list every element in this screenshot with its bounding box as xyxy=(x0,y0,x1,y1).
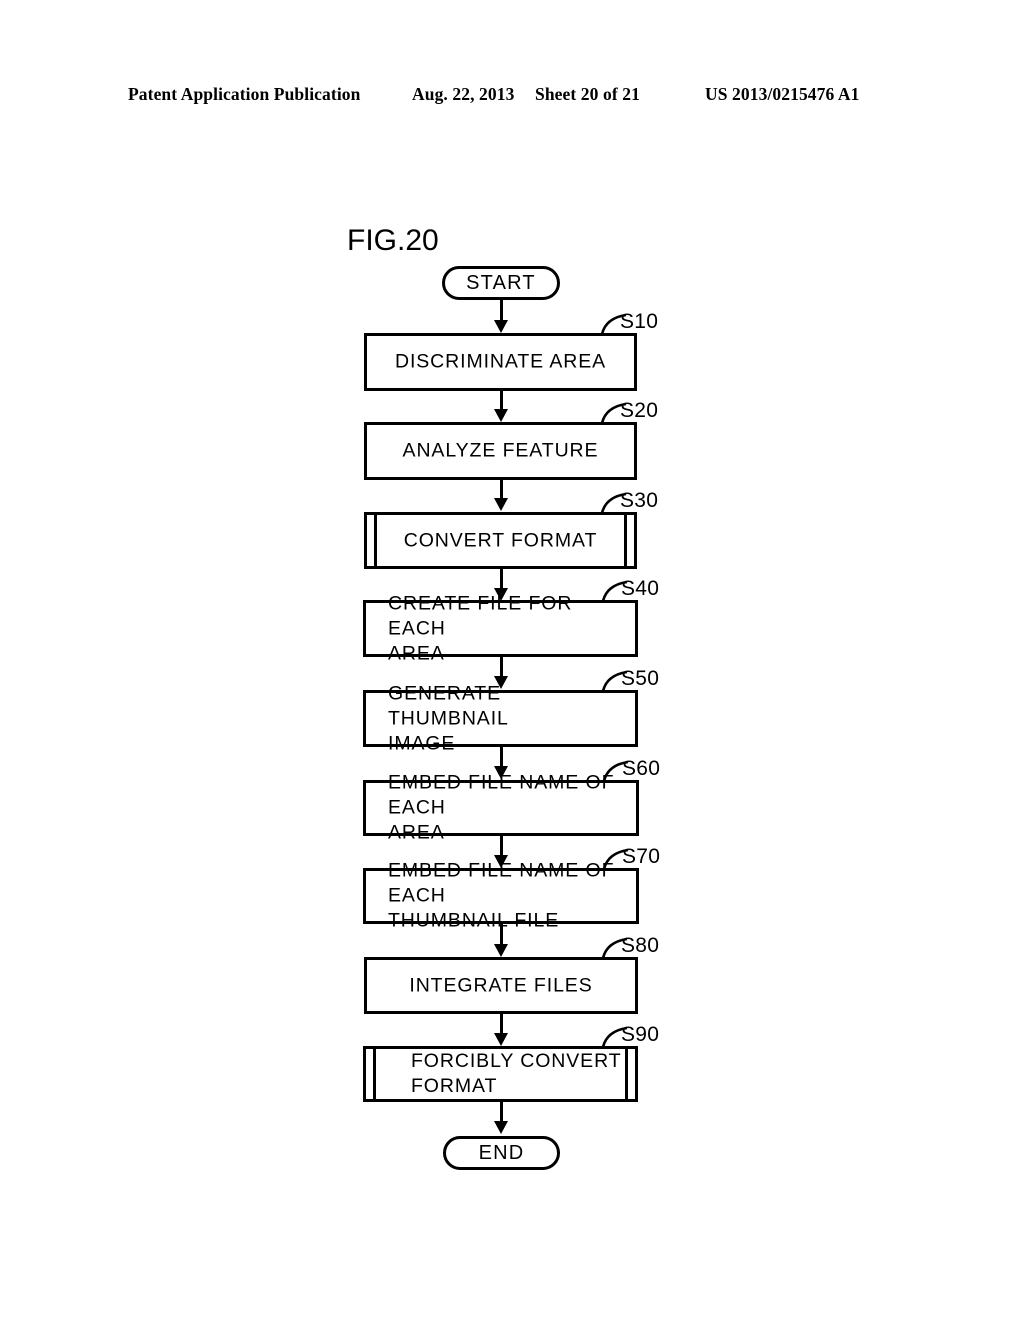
step-label-s20: S20 xyxy=(620,399,659,422)
arrowhead-start-to-s10 xyxy=(494,320,508,333)
flow-step-s40-label: CREATE FILE FOR EACH AREA xyxy=(388,592,573,664)
flow-step-s80-label: INTEGRATE FILES xyxy=(409,974,593,996)
flow-step-s70-label: EMBED FILE NAME OF EACH THUMBNAIL FILE xyxy=(388,859,615,932)
step-label-s70: S70 xyxy=(622,845,661,868)
flow-step-s70: EMBED FILE NAME OF EACH THUMBNAIL FILE xyxy=(363,860,639,932)
arrowhead-s90-to-end xyxy=(494,1121,508,1134)
flow-step-s50: GENERATE THUMBNAIL IMAGE xyxy=(363,682,638,754)
flow-step-s50-label: GENERATE THUMBNAIL IMAGE xyxy=(388,682,509,754)
flowchart-diagram: START DISCRIMINATE AREA S10 ANALYZE FEAT… xyxy=(0,0,1024,1320)
flow-step-s60: EMBED FILE NAME OF EACH AREA xyxy=(363,772,639,844)
flow-step-s60-label: EMBED FILE NAME OF EACH AREA xyxy=(388,771,615,844)
flow-step-s90-label: FORCIBLY CONVERT FORMAT xyxy=(411,1050,622,1097)
flow-end-terminator: END xyxy=(443,1136,560,1170)
flow-step-s80: INTEGRATE FILES xyxy=(364,957,638,1014)
step-label-s40: S40 xyxy=(621,577,660,600)
arrowhead-s70-to-s80 xyxy=(494,944,508,957)
arrowhead-s10-to-s20 xyxy=(494,409,508,422)
step-label-s90: S90 xyxy=(621,1023,660,1046)
flow-step-s20: ANALYZE FEATURE xyxy=(364,422,637,480)
step-label-s80: S80 xyxy=(621,934,660,957)
step-label-s50: S50 xyxy=(621,667,660,690)
flow-step-s10-label: DISCRIMINATE AREA xyxy=(394,350,607,373)
flow-step-s40: CREATE FILE FOR EACH AREA xyxy=(363,592,638,664)
flow-step-s20-label: ANALYZE FEATURE xyxy=(402,439,599,462)
step-label-s30: S30 xyxy=(620,489,659,512)
arrowhead-s20-to-s30 xyxy=(494,498,508,511)
flow-step-s10: DISCRIMINATE AREA xyxy=(364,333,637,391)
flow-step-s30-label: CONVERT FORMAT xyxy=(403,529,598,551)
flow-start-label: START xyxy=(466,271,536,294)
flow-end-label: END xyxy=(478,1141,525,1164)
flow-start-terminator: START xyxy=(442,266,560,300)
flow-step-s30: CONVERT FORMAT xyxy=(364,512,637,569)
step-label-s60: S60 xyxy=(622,757,661,780)
flow-step-s90: FORCIBLY CONVERT FORMAT xyxy=(363,1046,638,1102)
arrowhead-s80-to-s90 xyxy=(494,1033,508,1046)
step-label-s10: S10 xyxy=(620,310,659,333)
